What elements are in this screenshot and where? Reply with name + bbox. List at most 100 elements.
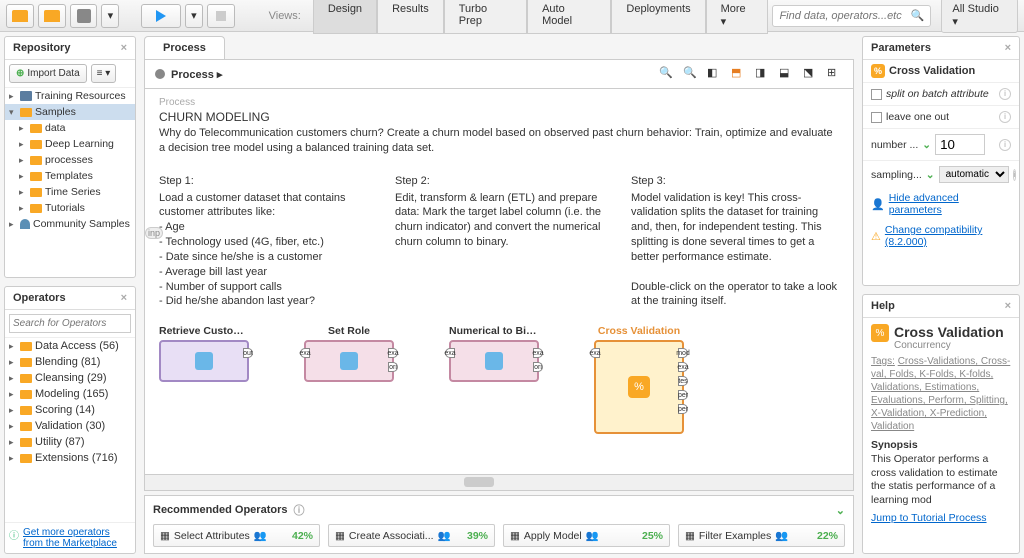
zoom-out-icon[interactable]: 🔍 <box>683 66 699 82</box>
tree-toggle-icon[interactable]: ▸ <box>19 171 27 182</box>
tab-design[interactable]: Design <box>313 0 377 34</box>
tree-toggle-icon[interactable]: ▸ <box>9 341 17 352</box>
operator-body[interactable]: examodexatesperper% <box>594 340 684 434</box>
hide-advanced-link[interactable]: Hide advanced parameters <box>889 192 1011 216</box>
recommended-item[interactable]: ▦Select Attributes👥42% <box>153 524 320 547</box>
tree-toggle-icon[interactable]: ▸ <box>9 91 17 102</box>
chevron-down-icon[interactable]: ⌄ <box>926 169 935 181</box>
tree-item[interactable]: ▸Deep Learning <box>5 136 135 152</box>
operator-box[interactable]: Numerical to Binom...exaexaori <box>449 325 539 382</box>
tree-item[interactable]: ▸Time Series <box>5 184 135 200</box>
recommended-item[interactable]: ▦Create Associati...👥39% <box>328 524 495 547</box>
operator-port[interactable]: exa <box>445 348 455 358</box>
process-canvas[interactable]: Process CHURN MODELING Why do Telecommun… <box>144 89 854 475</box>
tree-toggle-icon[interactable]: ▸ <box>19 203 27 214</box>
recommended-item[interactable]: ▦Filter Examples👥22% <box>678 524 845 547</box>
checkbox[interactable] <box>871 89 882 100</box>
repo-menu-button[interactable]: ≡ ▾ <box>91 64 117 83</box>
new-button[interactable] <box>6 4 34 28</box>
tab-auto-model[interactable]: Auto Model <box>527 0 611 34</box>
close-icon[interactable]: × <box>121 292 127 304</box>
operator-port[interactable]: exa <box>388 348 398 358</box>
tab-deployments[interactable]: Deployments <box>611 0 705 34</box>
tree-toggle-icon[interactable]: ▸ <box>19 155 27 166</box>
save-dropdown[interactable]: ▾ <box>101 4 119 28</box>
tree-item[interactable]: ▸Training Resources <box>5 88 135 104</box>
close-icon[interactable]: × <box>1005 42 1011 54</box>
info-icon[interactable]: i <box>999 111 1011 123</box>
param-split-on-batch[interactable]: split on batch attributei <box>863 82 1019 105</box>
tree-toggle-icon[interactable]: ▸ <box>9 421 17 432</box>
operators-search-input[interactable] <box>9 314 131 333</box>
tree-item[interactable]: ▸data <box>5 120 135 136</box>
tree-toggle-icon[interactable]: ▸ <box>19 139 27 150</box>
run-dropdown[interactable]: ▾ <box>185 4 203 28</box>
operator-port[interactable]: out <box>243 348 253 358</box>
operator-body[interactable]: out <box>159 340 249 382</box>
operator-box[interactable]: Set Roleexaexaori <box>304 325 394 382</box>
tree-item[interactable]: ▾Samples <box>5 104 135 120</box>
operator-category[interactable]: ▸Utility (87) <box>5 434 135 450</box>
change-compat-link[interactable]: Change compatibility (8.2.000) <box>885 224 1011 248</box>
global-search-input[interactable] <box>779 10 910 22</box>
operator-port[interactable]: ori <box>533 362 543 372</box>
operator-port[interactable]: exa <box>590 348 600 358</box>
scrollbar-thumb[interactable] <box>464 477 494 487</box>
tree-item[interactable]: ▸Tutorials <box>5 200 135 216</box>
operator-category[interactable]: ▸Validation (30) <box>5 418 135 434</box>
tab-more[interactable]: More ▾ <box>706 0 769 34</box>
info-icon[interactable]: ⓘ <box>293 502 304 518</box>
tree-toggle-icon[interactable]: ▸ <box>9 357 17 368</box>
chevron-down-icon[interactable]: ⌄ <box>922 139 931 151</box>
studio-scope-dropdown[interactable]: All Studio ▾ <box>941 0 1018 33</box>
process-home-icon[interactable] <box>155 69 165 79</box>
canvas-scrollbar[interactable] <box>144 475 854 491</box>
tree-item[interactable]: ▸Community Samples <box>5 216 135 232</box>
checkbox[interactable] <box>871 112 882 123</box>
tree-toggle-icon[interactable]: ▸ <box>9 437 17 448</box>
auto-wire-icon[interactable]: ⬒ <box>731 66 747 82</box>
tree-toggle-icon[interactable]: ▸ <box>9 373 17 384</box>
import-data-button[interactable]: ⊕Import Data <box>9 64 87 83</box>
zoom-in-icon[interactable]: 🔍 <box>659 66 675 82</box>
fit-icon[interactable]: ⊞ <box>827 66 843 82</box>
info-icon[interactable]: i <box>999 139 1011 151</box>
cleanup-icon[interactable]: ◨ <box>755 66 771 82</box>
jump-tutorial-link[interactable]: Jump to Tutorial Process <box>871 512 1011 524</box>
operator-port[interactable]: exa <box>678 362 688 372</box>
tree-toggle-icon[interactable]: ▸ <box>19 123 27 134</box>
open-button[interactable] <box>38 4 66 28</box>
sampling-select[interactable]: automatic <box>939 166 1009 183</box>
settings-icon[interactable]: ⬔ <box>803 66 819 82</box>
param-leave-one-out[interactable]: leave one outi <box>863 105 1019 128</box>
info-icon[interactable]: i <box>999 88 1011 100</box>
operator-box[interactable]: Retrieve Customer ...out <box>159 325 249 382</box>
close-icon[interactable]: × <box>121 42 127 54</box>
tree-item[interactable]: ▸processes <box>5 152 135 168</box>
operator-category[interactable]: ▸Scoring (14) <box>5 402 135 418</box>
operator-category[interactable]: ▸Modeling (165) <box>5 386 135 402</box>
marketplace-link[interactable]: Get more operators from the Marketplace <box>23 527 131 549</box>
tree-toggle-icon[interactable]: ▾ <box>9 107 17 118</box>
tree-toggle-icon[interactable]: ▸ <box>19 187 27 198</box>
save-button[interactable] <box>70 4 98 28</box>
operator-body[interactable]: exaexaori <box>449 340 539 382</box>
operator-body[interactable]: exaexaori <box>304 340 394 382</box>
chevron-down-icon[interactable]: ⌄ <box>836 504 845 517</box>
operator-category[interactable]: ▸Blending (81) <box>5 354 135 370</box>
info-icon[interactable]: i <box>1013 169 1017 181</box>
tree-toggle-icon[interactable]: ▸ <box>9 389 17 400</box>
operator-category[interactable]: ▸Data Access (56) <box>5 338 135 354</box>
operator-port[interactable]: tes <box>678 376 688 386</box>
process-tab[interactable]: Process <box>144 36 225 59</box>
tree-toggle-icon[interactable]: ▸ <box>9 453 17 464</box>
operator-port[interactable]: per <box>678 390 688 400</box>
operator-port[interactable]: exa <box>300 348 310 358</box>
global-search[interactable]: 🔍 <box>772 5 931 27</box>
recommended-item[interactable]: ▦Apply Model👥25% <box>503 524 670 547</box>
export-icon[interactable]: ⬓ <box>779 66 795 82</box>
tab-turbo-prep[interactable]: Turbo Prep <box>444 0 527 34</box>
operator-port[interactable]: ori <box>388 362 398 372</box>
number-folds-input[interactable] <box>935 134 985 155</box>
stop-button[interactable] <box>207 4 235 28</box>
